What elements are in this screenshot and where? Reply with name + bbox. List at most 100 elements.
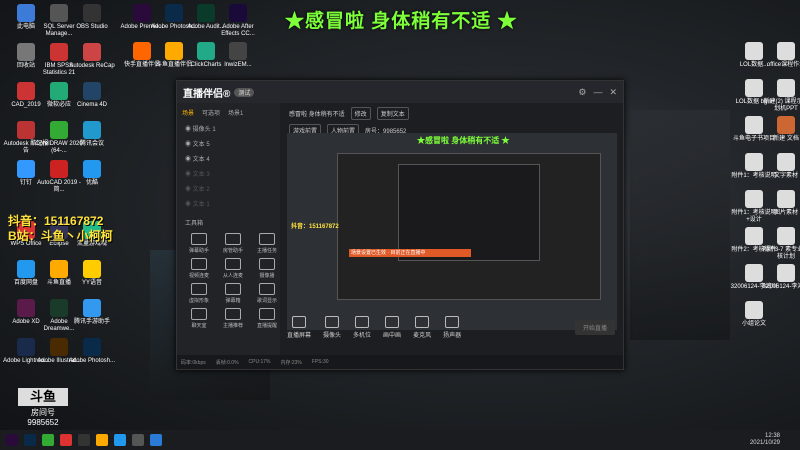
scene-source-item[interactable]: ◉ 文本 5 (177, 137, 280, 152)
stream-banner: ★感冒啦 身体稍有不适 ★ (285, 11, 518, 32)
taskbar-app-icon[interactable] (96, 434, 108, 446)
taskbar-app-icon[interactable] (24, 434, 36, 446)
toolbox-item[interactable]: 摄像播 (251, 258, 283, 279)
copy-button[interactable]: 复制文本 (376, 107, 409, 120)
minimize-icon[interactable]: — (593, 87, 602, 98)
live-preview[interactable]: ★感冒啦 身体稍有不适 ★ 抖音：151167872 场景设置已生效 · 目前正… (287, 133, 617, 330)
source-icon (325, 316, 340, 328)
toolbox-item[interactable]: 弹幕箱 (217, 283, 249, 304)
bilibili-id: B站：斗鱼丶小柯柯 (8, 229, 113, 243)
room-number: 9985652 (27, 418, 59, 427)
desktop-shortcut-icon (197, 4, 215, 22)
desktop-file[interactable]: 附件3-7 素专业考核计划 (762, 227, 800, 261)
desktop-shortcut[interactable]: OBS Studio (68, 4, 116, 31)
tool-icon (191, 283, 207, 295)
desktop-shortcut-icon (133, 4, 151, 22)
taskbar-app-icon[interactable] (60, 434, 72, 446)
preview-area: 感冒啦 身体稍有不适 修改 复制文本 游戏前置 人物前置 房号：9985652 … (283, 103, 623, 355)
desktop-shortcut-icon (50, 299, 68, 317)
settings-icon[interactable]: ⚙ (578, 87, 586, 98)
desktop-shortcut-label: Autodesk ReCap (69, 63, 115, 69)
clock-time: 12:38 (764, 433, 780, 439)
panel-tab[interactable]: 场景 (182, 108, 194, 117)
status-metric: 丢帧:0.0% (215, 359, 239, 366)
desktop-file[interactable]: office课程作业 (762, 42, 800, 69)
desktop-shortcut[interactable]: Adobe Photosh... (68, 338, 116, 365)
toolbox-item[interactable]: 歌词显示 (251, 283, 283, 304)
source-label: 直播屏幕 (287, 333, 312, 339)
desktop-shortcut[interactable]: Adobe After Effects CC... (214, 4, 262, 38)
toolbox-item[interactable]: 聊天室 (183, 308, 215, 329)
taskbar-app-icon[interactable] (132, 434, 144, 446)
start-live-button[interactable]: 开始直播 (574, 320, 615, 335)
desktop-shortcut[interactable]: lnwizEM... (214, 42, 262, 69)
tool-icon (225, 283, 241, 295)
desktop-shortcut[interactable]: Cinema 4D (68, 82, 116, 109)
tool-label: 虚拟形象 (188, 298, 209, 304)
toolbox-item[interactable]: 直播提醒 (251, 308, 283, 329)
toolbox-item[interactable]: 从人连麦 (217, 258, 249, 279)
desktop-shortcut-icon (17, 260, 35, 278)
source-button[interactable]: 多机位 (353, 316, 371, 339)
scene-source-item[interactable]: ◉ 文本 1 (177, 197, 280, 212)
panel-tab[interactable]: 场景1 (228, 108, 243, 117)
source-label: 扬声器 (443, 333, 462, 339)
taskbar-app-icon[interactable] (78, 434, 90, 446)
scene-source-item[interactable]: ◉ 文本 2 (177, 182, 280, 197)
desktop-shortcut[interactable]: 腾讯手游助手 (68, 299, 116, 326)
desktop-shortcut[interactable]: YY语音 (68, 260, 116, 287)
scene-source-item[interactable]: ◉ 摄像头 1 (177, 122, 280, 137)
tool-icon (259, 283, 275, 295)
tool-icon (259, 233, 275, 245)
source-button[interactable]: 直播屏幕 (287, 316, 311, 339)
window-titlebar: 直播伴侣® 测试 ⚙ — ✕ (177, 81, 623, 103)
toolbox-item[interactable]: 房管助手 (217, 233, 249, 254)
desktop-file-icon (745, 190, 763, 208)
toolbox-item[interactable]: 视频连麦 (183, 258, 215, 279)
source-button[interactable]: 摄像头 (323, 316, 341, 339)
desktop-file[interactable]: 小组论文 (730, 301, 778, 328)
scene-source-item[interactable]: ◉ 文本 3 (177, 167, 280, 182)
source-button[interactable]: 画中画 (383, 316, 401, 339)
taskbar-app-icon[interactable] (114, 434, 126, 446)
toolbox-item[interactable]: 弹幕助手 (183, 233, 215, 254)
scene-source-item[interactable]: ◉ 文本 4 (177, 152, 280, 167)
desktop-file[interactable]: 文字素材 (762, 153, 800, 180)
douyin-id: 抖音：151167872 (8, 214, 104, 228)
taskbar-app-icon[interactable] (150, 434, 162, 446)
edit-button[interactable]: 修改 (350, 107, 371, 120)
desktop-file[interactable]: 新建(2) 课程示规划机PPT (762, 79, 800, 113)
desktop-shortcut[interactable]: 优酷 (68, 160, 116, 187)
douyu-logo-label: 斗鱼 (18, 388, 68, 406)
source-label: 画中画 (383, 333, 402, 339)
desktop-shortcut-icon (83, 260, 101, 278)
source-button[interactable]: 扬声器 (443, 316, 461, 339)
desktop-shortcut-icon (50, 260, 68, 278)
desktop-file-icon (745, 79, 763, 97)
desktop-shortcut[interactable]: Autodesk ReCap (68, 43, 116, 70)
toolbox-item[interactable]: 虚拟形象 (183, 283, 215, 304)
desktop-shortcut[interactable]: 腾讯会议 (68, 121, 116, 148)
preview-overlay-text: 抖音：151167872 (291, 224, 339, 230)
toolbox-item[interactable]: 主播任务 (251, 233, 283, 254)
desktop-file-label: 新建 文档 (773, 136, 799, 142)
source-icon (385, 316, 400, 328)
tool-label: 弹幕箱 (225, 298, 241, 304)
desktop-shortcut-label: Adobe Photosh... (68, 358, 116, 364)
desktop-file[interactable]: 图片素材 (762, 190, 800, 217)
desktop-file-icon (745, 301, 763, 319)
toolbox-item[interactable]: 主播推荐 (217, 308, 249, 329)
app-brand: 直播伴侣® (183, 88, 231, 100)
tool-icon (225, 233, 241, 245)
desktop-shortcut-label: lnwizEM... (224, 62, 252, 68)
taskbar-app-icon[interactable] (42, 434, 54, 446)
source-button[interactable]: 麦克风 (413, 316, 431, 339)
taskbar-app-icon[interactable] (6, 434, 18, 446)
panel-tab[interactable]: 可选项 (202, 108, 220, 117)
clock: 12:38 2021/10/29 (750, 433, 780, 447)
desktop-file[interactable]: 32006124-李鸿川 (762, 264, 800, 291)
close-icon[interactable]: ✕ (609, 87, 617, 98)
desktop-shortcut-icon (50, 43, 68, 61)
desktop-file[interactable]: 新建 文档 (762, 116, 800, 143)
desktop-file-icon (777, 153, 795, 171)
